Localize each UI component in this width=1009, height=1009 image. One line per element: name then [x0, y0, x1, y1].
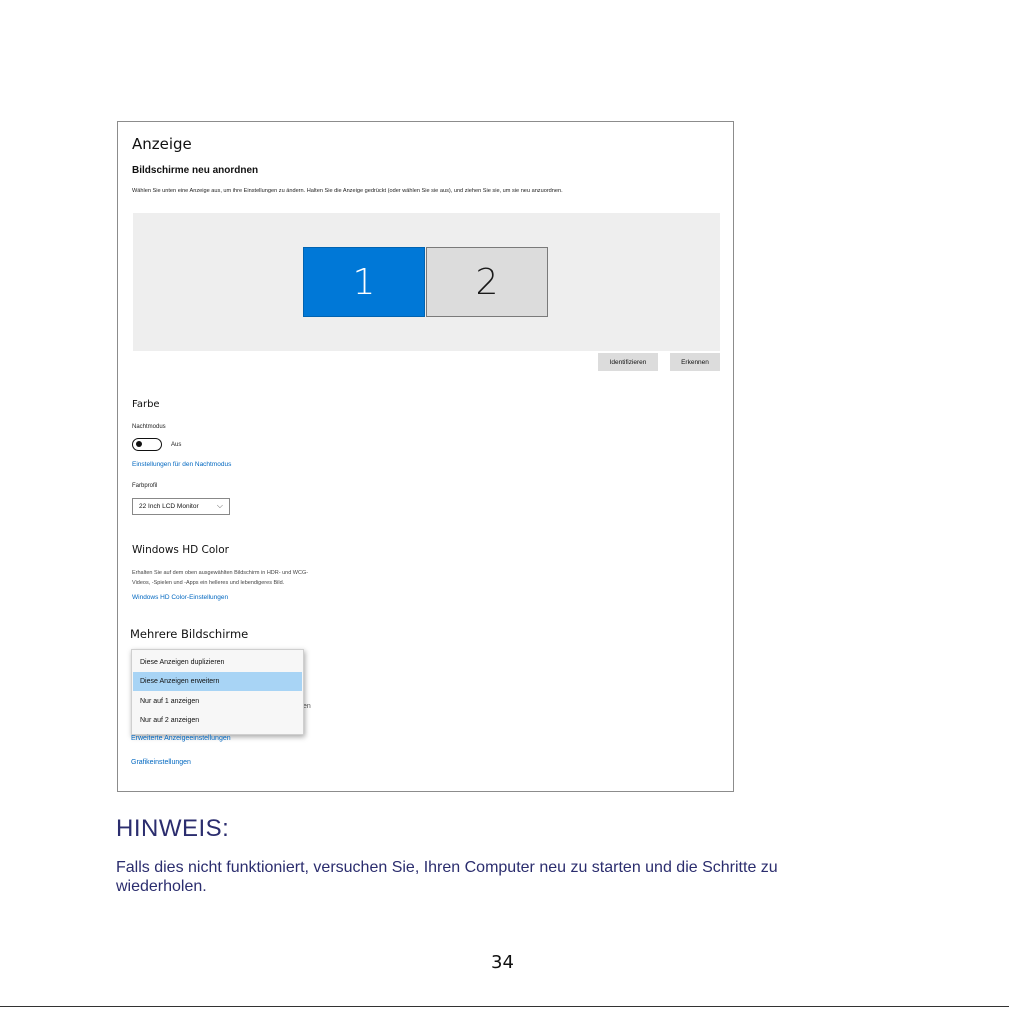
multi-display-heading: Mehrere Bildschirme	[130, 627, 249, 641]
option-duplicate[interactable]: Diese Anzeigen duplizieren	[133, 653, 302, 672]
night-mode-label: Nachtmodus	[132, 424, 166, 430]
color-heading: Farbe	[132, 399, 160, 410]
note-text: Falls dies nicht funktioniert, versuchen…	[116, 859, 778, 895]
monitor-2-tile[interactable]: 2	[426, 247, 548, 317]
display-settings-screenshot: Anzeige Bildschirme neu anordnen Wählen …	[117, 121, 734, 792]
hdr-heading: Windows HD Color	[132, 544, 229, 556]
identify-button[interactable]: Identifizieren	[598, 353, 658, 371]
hdr-settings-link[interactable]: Windows HD Color-Einstellungen	[132, 594, 228, 601]
night-mode-settings-link[interactable]: Einstellungen für den Nachtmodus	[132, 461, 231, 468]
toggle-knob	[136, 441, 142, 447]
footer-rule	[0, 1006, 1009, 1007]
page-title: Anzeige	[132, 135, 192, 153]
note-heading: HINWEIS:	[116, 815, 230, 842]
hdr-description-line1: Erhalten Sie auf dem oben ausgewählten B…	[132, 570, 309, 576]
monitor-1-tile[interactable]: 1	[303, 247, 425, 317]
arrange-heading: Bildschirme neu anordnen	[132, 165, 259, 176]
color-profile-label: Farbprofil	[132, 483, 158, 489]
night-mode-toggle[interactable]	[132, 438, 162, 451]
obscured-text-fragment: en	[303, 703, 311, 710]
color-profile-select[interactable]: 22 Inch LCD Monitor ⌵	[132, 498, 230, 515]
color-profile-value: 22 Inch LCD Monitor	[139, 503, 199, 510]
detect-button[interactable]: Erkennen	[670, 353, 720, 371]
option-extend[interactable]: Diese Anzeigen erweitern	[133, 672, 302, 691]
monitor-arrangement-area[interactable]: 1 2	[133, 213, 720, 351]
night-mode-state: Aus	[171, 442, 182, 448]
option-show-only-1[interactable]: Nur auf 1 anzeigen	[133, 692, 302, 711]
multi-display-dropdown[interactable]: Diese Anzeigen duplizieren Diese Anzeige…	[131, 649, 304, 735]
graphics-settings-link[interactable]: Grafikeinstellungen	[131, 759, 191, 766]
arrange-description: Wählen Sie unten eine Anzeige aus, um ih…	[132, 188, 563, 194]
chevron-down-icon: ⌵	[216, 501, 223, 510]
advanced-display-settings-link[interactable]: Erweiterte Anzeigeeinstellungen	[131, 735, 231, 742]
hdr-description-line2: Videos, -Spielen und -Apps ein helleres …	[132, 580, 285, 586]
page-number: 34	[491, 952, 514, 973]
option-show-only-2[interactable]: Nur auf 2 anzeigen	[133, 711, 302, 730]
